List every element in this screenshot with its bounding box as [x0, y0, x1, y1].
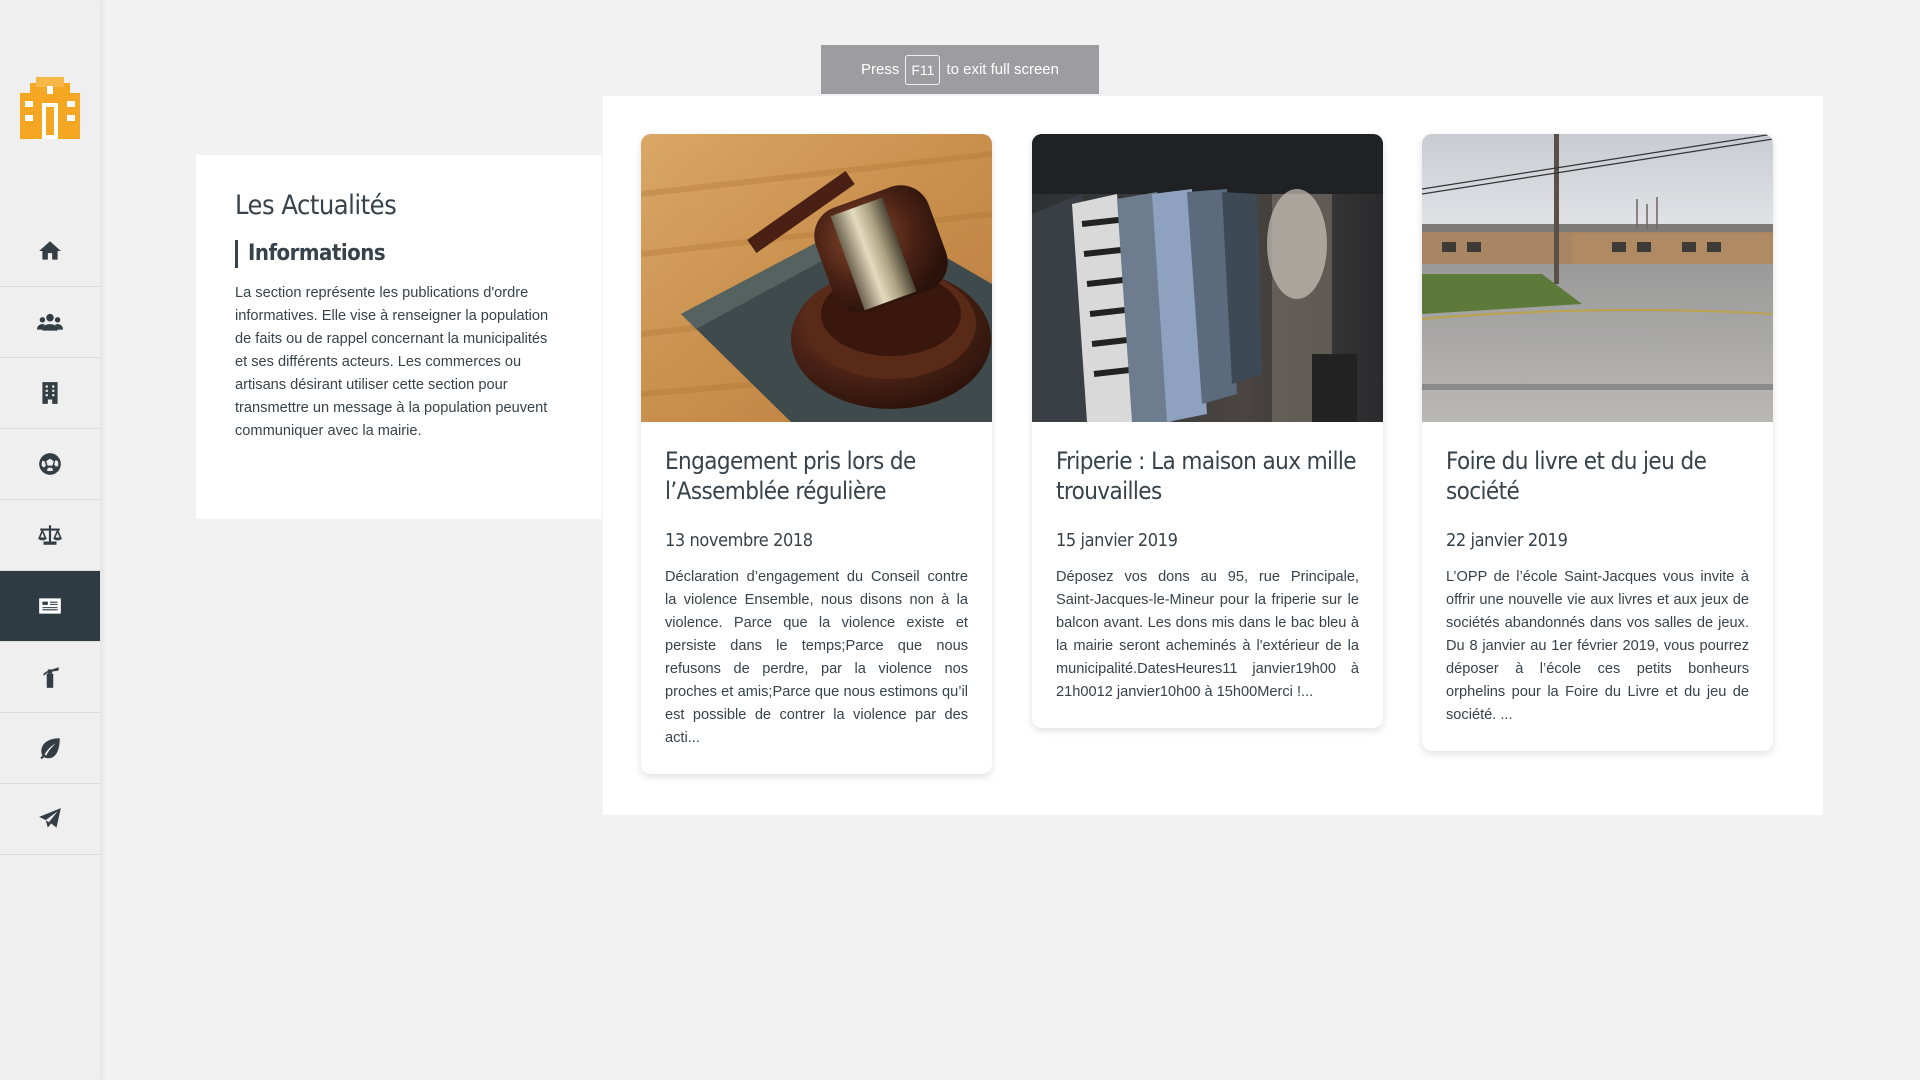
card-title[interactable]: Friperie : La maison aux mille trouvaill… [1056, 446, 1359, 506]
town-hall-logo[interactable] [20, 77, 80, 139]
news-cards-area: Engagement pris lors de l’Assemblée régu… [603, 96, 1823, 815]
sidebar-item-leisure[interactable] [0, 429, 100, 500]
card-date: 13 novembre 2018 [665, 530, 813, 551]
card-date: 15 janvier 2019 [1056, 530, 1178, 551]
news-card[interactable]: Engagement pris lors de l’Assemblée régu… [641, 134, 992, 774]
card-excerpt: L’OPP de l’école Saint-Jacques vous invi… [1446, 569, 1749, 723]
news-card[interactable]: Foire du livre et du jeu de société 22 j… [1422, 134, 1773, 751]
building-icon [42, 382, 58, 404]
section-description: La section représente les publications d… [235, 285, 549, 439]
leaf-icon [40, 738, 60, 760]
section-subtitle: Informations [235, 240, 562, 268]
card-excerpt: Déposez vos dons au 95, rue Principale, … [1056, 569, 1359, 700]
fullscreen-notice: Press F11 to exit full screen [821, 45, 1099, 94]
fullscreen-notice-before: Press [861, 61, 900, 78]
users-icon [37, 313, 63, 331]
fire-extinguisher-icon [43, 667, 59, 688]
gavel-photo [641, 134, 992, 422]
sidebar-nav [0, 216, 100, 855]
news-card[interactable]: Friperie : La maison aux mille trouvaill… [1032, 134, 1383, 728]
balance-scale-icon [37, 525, 63, 545]
info-panel: Les Actualités Informations La section r… [196, 155, 602, 519]
school-street-photo [1422, 134, 1773, 422]
home-icon [39, 241, 61, 260]
card-excerpt: Déclaration d’engagement du Conseil cont… [665, 569, 968, 746]
page-title: Les Actualités [235, 190, 397, 221]
sidebar-item-contact[interactable] [0, 784, 100, 855]
paper-plane-icon [39, 808, 61, 828]
sidebar-item-environment[interactable] [0, 713, 100, 784]
soccer-ball-icon [39, 453, 61, 475]
sidebar-item-news[interactable] [0, 571, 100, 642]
fullscreen-key: F11 [905, 54, 941, 85]
fullscreen-notice-after: to exit full screen [946, 61, 1059, 78]
newspaper-icon [39, 598, 61, 614]
sidebar-item-municipality[interactable] [0, 358, 100, 429]
card-title[interactable]: Foire du livre et du jeu de société [1446, 446, 1749, 506]
clothing-rack-photo [1032, 134, 1383, 422]
sidebar-item-justice[interactable] [0, 500, 100, 571]
sidebar-item-community[interactable] [0, 287, 100, 358]
sidebar [0, 0, 100, 1080]
card-title[interactable]: Engagement pris lors de l’Assemblée régu… [665, 446, 968, 506]
card-date: 22 janvier 2019 [1446, 530, 1568, 551]
sidebar-item-home[interactable] [0, 216, 100, 287]
sidebar-item-safety[interactable] [0, 642, 100, 713]
